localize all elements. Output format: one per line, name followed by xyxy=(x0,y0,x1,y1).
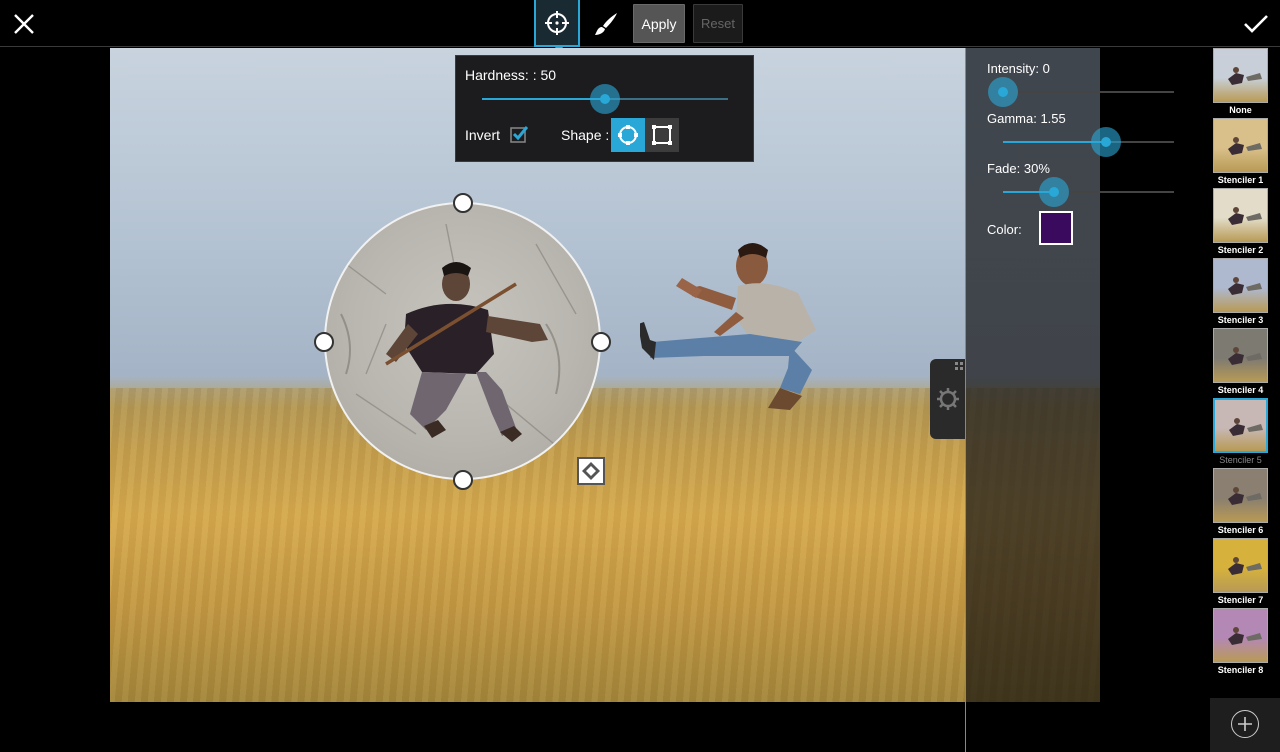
stencil-thumbnail[interactable]: Stenciler 4 xyxy=(1213,328,1268,395)
hardness-label: Hardness: : 50 xyxy=(465,67,557,83)
intensity-slider-thumb[interactable] xyxy=(988,77,1018,107)
brush-tool-button[interactable] xyxy=(584,4,628,44)
stencil-thumbnail[interactable]: None xyxy=(1213,48,1268,115)
invert-label: Invert xyxy=(465,127,501,143)
grunge-texture xyxy=(340,223,577,455)
resize-handle-left[interactable] xyxy=(314,332,334,352)
shape-circle-button[interactable] xyxy=(611,118,645,152)
close-button[interactable] xyxy=(4,4,44,44)
diamond-icon xyxy=(582,462,600,480)
stencil-settings-panel: Intensity: 0 Gamma: 1.55 Fade: 30% Color… xyxy=(966,48,1210,752)
fade-label: Fade: 30% xyxy=(987,161,1050,176)
resize-handle-bottom[interactable] xyxy=(453,470,473,490)
gamma-label: Gamma: 1.55 xyxy=(987,111,1066,126)
circle-shape-icon xyxy=(618,125,638,145)
stencil-label: None xyxy=(1229,105,1252,115)
stencil-thumbnail[interactable]: Stenciler 1 xyxy=(1213,118,1268,185)
invert-checkbox[interactable] xyxy=(510,125,528,143)
shape-label: Shape : xyxy=(561,127,610,143)
stencil-preview xyxy=(1213,608,1268,663)
stencil-circle-mask[interactable] xyxy=(324,202,601,480)
stencil-preview xyxy=(1213,398,1268,453)
hardness-slider-thumb[interactable] xyxy=(590,84,620,114)
add-stencil-button[interactable] xyxy=(1231,710,1259,738)
stencil-thumbnail[interactable]: Stenciler 8 xyxy=(1213,608,1268,675)
jumping-man-figure xyxy=(640,243,816,410)
settings-panel-toggle[interactable] xyxy=(930,359,966,439)
target-icon xyxy=(545,10,569,35)
top-toolbar: Apply Reset xyxy=(0,0,1280,52)
stencil-label: Stenciler 2 xyxy=(1217,245,1264,255)
grip-icon xyxy=(955,362,963,370)
brush-icon xyxy=(595,13,617,35)
apply-button[interactable]: Apply xyxy=(633,4,685,43)
fade-slider-thumb[interactable] xyxy=(1039,177,1069,207)
color-swatch[interactable] xyxy=(1039,211,1073,245)
stencil-label: Stenciler 8 xyxy=(1217,665,1264,675)
stencil-preview xyxy=(1213,538,1268,593)
rectangle-shape-icon xyxy=(652,125,672,145)
stencil-preview xyxy=(1213,118,1268,173)
stencil-preview xyxy=(1213,258,1268,313)
reset-button[interactable]: Reset xyxy=(693,4,743,43)
stencil-thumbnail[interactable]: Stenciler 2 xyxy=(1213,188,1268,255)
hardness-slider-fill xyxy=(482,98,605,100)
shape-rectangle-button[interactable] xyxy=(645,118,679,152)
rotate-handle[interactable] xyxy=(577,457,605,485)
stencil-preview xyxy=(1213,188,1268,243)
resize-handle-top[interactable] xyxy=(453,193,473,213)
stencil-thumbnail[interactable]: Stenciler 3 xyxy=(1213,258,1268,325)
stencil-thumbnail[interactable]: Stenciler 7 xyxy=(1213,538,1268,605)
stencil-label: Stenciler 3 xyxy=(1217,315,1264,325)
stencil-preview xyxy=(1213,328,1268,383)
intensity-slider-track[interactable] xyxy=(1003,91,1174,93)
plus-icon xyxy=(1238,717,1252,731)
close-icon xyxy=(14,14,34,34)
stencil-label: Stenciler 7 xyxy=(1217,595,1264,605)
gamma-slider-thumb[interactable] xyxy=(1091,127,1121,157)
checkmark-icon xyxy=(1244,15,1268,33)
color-label: Color: xyxy=(987,222,1022,237)
stencil-label: Stenciler 4 xyxy=(1217,385,1264,395)
stencil-label: Stenciler 5 xyxy=(1219,455,1262,465)
stencil-thumbnail[interactable]: Stenciler 5 xyxy=(1213,398,1268,465)
gear-icon xyxy=(937,388,959,410)
resize-handle-right[interactable] xyxy=(591,332,611,352)
confirm-button[interactable] xyxy=(1236,4,1276,44)
intensity-label: Intensity: 0 xyxy=(987,61,1050,76)
target-tool-button[interactable] xyxy=(534,0,580,52)
stencil-preview xyxy=(1213,468,1268,523)
stencil-label: Stenciler 6 xyxy=(1217,525,1264,535)
stencil-thumbnail[interactable]: Stenciler 6 xyxy=(1213,468,1268,535)
stencil-thumbnail-strip: None Stenciler 1 Stenciler 2 Stenciler 3 Ste… xyxy=(1210,48,1280,698)
stencil-preview xyxy=(1213,48,1268,103)
hardness-popup: Hardness: : 50 Invert Shape : xyxy=(455,55,754,162)
stencil-label: Stenciler 1 xyxy=(1217,175,1264,185)
